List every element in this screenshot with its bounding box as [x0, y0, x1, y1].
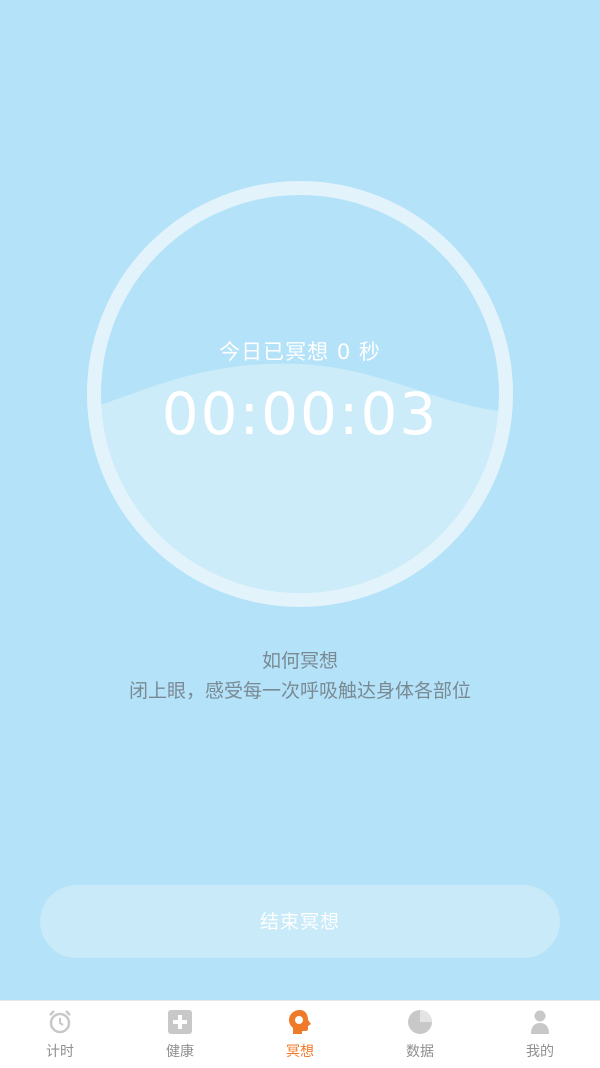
person-icon: [527, 1009, 553, 1035]
bottom-tab-bar: 计时 健康 冥想 数据 我的: [0, 1000, 600, 1068]
today-meditation-label: 今日已冥想 0 秒: [219, 340, 381, 364]
alarm-clock-icon: [47, 1009, 73, 1035]
tab-profile[interactable]: 我的: [480, 1001, 600, 1068]
tab-label: 冥想: [286, 1044, 314, 1060]
meditation-screen: 今日已冥想 0 秒 00:00:03 如何冥想 闭上眼，感受每一次呼吸触达身体各…: [0, 0, 600, 1000]
tab-label: 我的: [526, 1044, 554, 1060]
tab-health[interactable]: 健康: [120, 1001, 240, 1068]
tab-label: 计时: [46, 1044, 74, 1060]
end-meditation-button[interactable]: 结束冥想: [40, 885, 560, 958]
howto-title: 如何冥想: [261, 650, 338, 672]
tab-label: 数据: [406, 1044, 434, 1060]
tab-label: 健康: [166, 1044, 194, 1060]
health-cross-icon: [167, 1009, 193, 1035]
timer-display: 00:00:03: [161, 380, 439, 448]
tab-timer[interactable]: 计时: [0, 1001, 120, 1068]
tab-data[interactable]: 数据: [360, 1001, 480, 1068]
tab-meditation[interactable]: 冥想: [240, 1001, 360, 1068]
pie-chart-icon: [407, 1009, 433, 1035]
howto-description: 闭上眼，感受每一次呼吸触达身体各部位: [128, 680, 471, 702]
meditation-head-icon: [287, 1009, 313, 1035]
